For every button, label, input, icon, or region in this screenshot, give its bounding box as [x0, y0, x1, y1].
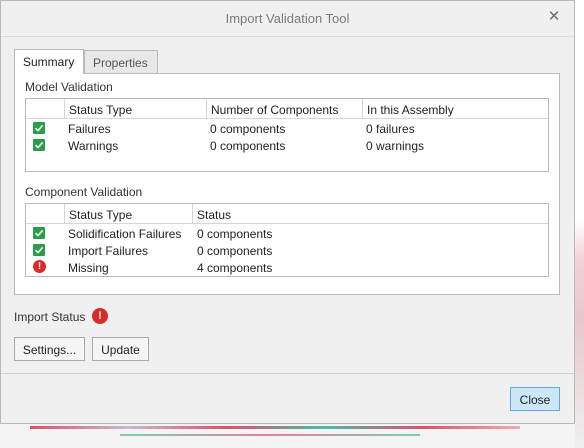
status-type-cell: Solidification Failures	[68, 227, 182, 241]
component-validation-table: Status Type Status Solidification Failur…	[25, 203, 549, 277]
background-streak	[120, 434, 420, 436]
column-header-status[interactable]: Status	[192, 204, 548, 224]
tab-properties[interactable]: Properties	[84, 50, 158, 73]
assembly-cell: 0 warnings	[366, 139, 425, 153]
import-validation-dialog: Import Validation Tool ✕ Summary Propert…	[0, 0, 575, 424]
window-title: Import Validation Tool	[225, 11, 350, 26]
check-icon	[33, 227, 45, 239]
check-icon	[33, 139, 45, 151]
model-validation-table: Status Type Number of Components In this…	[25, 98, 549, 172]
column-header-status-type[interactable]: Status Type	[64, 204, 192, 224]
table-header: Status Type Status	[26, 204, 548, 224]
status-type-cell: Warnings	[68, 139, 119, 153]
close-icon[interactable]: ✕	[546, 9, 562, 25]
error-icon: !	[33, 260, 46, 273]
tab-summary[interactable]: Summary	[14, 49, 84, 74]
error-icon: !	[92, 308, 108, 324]
status-type-cell: Missing	[68, 261, 109, 275]
table-row[interactable]: ! Missing 4 components	[26, 260, 548, 277]
close-button[interactable]: Close	[510, 387, 560, 411]
status-cell: 4 components	[197, 261, 273, 275]
column-header-in-this-assembly[interactable]: In this Assembly	[362, 99, 548, 119]
background-edge	[575, 0, 584, 448]
import-status-label: Import Status	[14, 310, 86, 324]
settings-button[interactable]: Settings...	[14, 337, 85, 361]
check-icon	[33, 122, 45, 134]
table-row[interactable]: Import Failures 0 components	[26, 243, 548, 260]
update-button[interactable]: Update	[92, 337, 149, 361]
status-type-cell: Failures	[68, 122, 111, 136]
status-cell: 0 components	[197, 227, 273, 241]
model-validation-label: Model Validation	[25, 80, 113, 94]
status-type-cell: Import Failures	[68, 244, 149, 258]
check-icon	[33, 244, 45, 256]
summary-panel: Model Validation Status Type Number of C…	[14, 73, 560, 295]
divider	[1, 373, 574, 374]
table-row[interactable]: Solidification Failures 0 components	[26, 226, 548, 243]
column-header-number-of-components[interactable]: Number of Components	[206, 99, 362, 119]
components-cell: 0 components	[210, 139, 286, 153]
component-validation-label: Component Validation	[25, 185, 143, 199]
table-row[interactable]: Failures 0 components 0 failures	[26, 121, 548, 138]
assembly-cell: 0 failures	[366, 122, 415, 136]
title-bar: Import Validation Tool ✕	[1, 1, 574, 37]
components-cell: 0 components	[210, 122, 286, 136]
status-cell: 0 components	[197, 244, 273, 258]
column-header-status-type[interactable]: Status Type	[64, 99, 206, 119]
table-header: Status Type Number of Components In this…	[26, 99, 548, 119]
table-row[interactable]: Warnings 0 components 0 warnings	[26, 138, 548, 155]
background-streak	[30, 426, 520, 429]
